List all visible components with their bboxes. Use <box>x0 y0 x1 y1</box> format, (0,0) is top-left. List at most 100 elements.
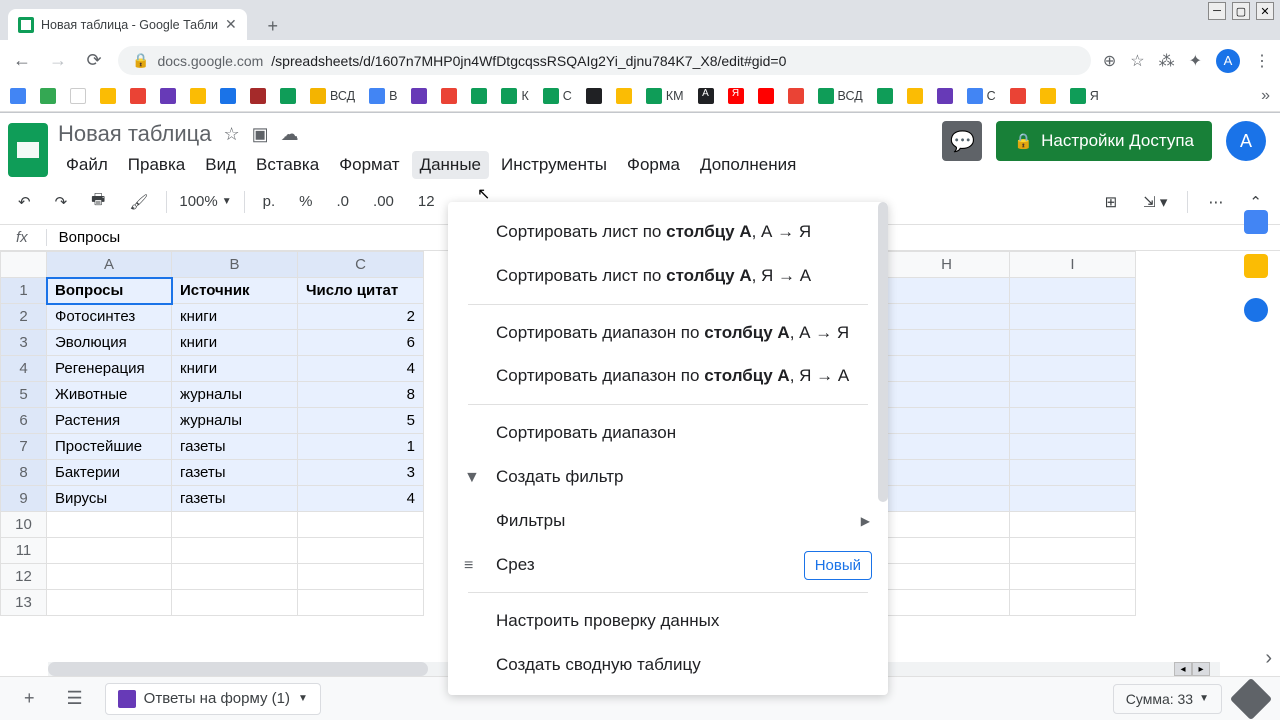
bookmark-item[interactable] <box>877 88 893 104</box>
cell-A5[interactable]: Животные <box>47 382 172 408</box>
cell-B1[interactable]: Источник <box>172 278 298 304</box>
cell-I1[interactable] <box>1010 278 1136 304</box>
col-header-C[interactable]: C <box>298 252 424 278</box>
zoom-select[interactable]: 100%▼ <box>179 193 231 210</box>
back-button[interactable]: ← <box>10 50 34 71</box>
cell-C8[interactable]: 3 <box>298 460 424 486</box>
bookmark-item[interactable]: С <box>967 88 996 104</box>
cell-I6[interactable] <box>1010 408 1136 434</box>
chevron-down-icon[interactable]: ▼ <box>298 693 308 704</box>
cell-A3[interactable]: Эволюция <box>47 330 172 356</box>
print-button[interactable]: 🖶 <box>85 185 111 218</box>
bookmark-item[interactable] <box>1040 88 1056 104</box>
cell-H11[interactable] <box>884 538 1010 564</box>
cell-A13[interactable] <box>47 590 172 616</box>
bookmark-item[interactable] <box>441 88 457 104</box>
bookmark-item[interactable]: Я <box>1070 88 1099 104</box>
menu-файл[interactable]: Файл <box>58 151 116 179</box>
cloud-status-icon[interactable]: ☁ <box>281 124 299 145</box>
cell-H7[interactable] <box>884 434 1010 460</box>
bookmark-item[interactable] <box>758 88 774 104</box>
extension-icon[interactable]: ⁂ <box>1159 51 1175 71</box>
bookmark-item[interactable] <box>1010 88 1026 104</box>
cell-I10[interactable] <box>1010 512 1136 538</box>
menu-item[interactable]: Сортировать диапазон <box>448 411 888 455</box>
bookmark-item[interactable] <box>471 88 487 104</box>
dropdown-scrollbar[interactable] <box>878 202 888 502</box>
document-title[interactable]: Новая таблица <box>58 121 211 147</box>
scroll-right-arrow[interactable]: ▸ <box>1192 662 1210 676</box>
cell-I7[interactable] <box>1010 434 1136 460</box>
row-header-2[interactable]: 2 <box>1 304 47 330</box>
menu-данные[interactable]: Данные <box>412 151 489 179</box>
bookmark-item[interactable] <box>220 88 236 104</box>
cell-I4[interactable] <box>1010 356 1136 382</box>
extensions-puzzle-icon[interactable]: ✦ <box>1189 51 1202 71</box>
cell-A1[interactable]: Вопросы <box>47 278 172 304</box>
bookmark-item[interactable] <box>10 88 26 104</box>
menu-формат[interactable]: Формат <box>331 151 407 179</box>
bookmark-item[interactable]: КМ <box>646 88 684 104</box>
cell-C11[interactable] <box>298 538 424 564</box>
cell-H3[interactable] <box>884 330 1010 356</box>
bookmark-item[interactable]: К <box>501 88 528 104</box>
bookmark-item[interactable] <box>586 88 602 104</box>
bookmark-item[interactable] <box>937 88 953 104</box>
cell-H4[interactable] <box>884 356 1010 382</box>
profile-avatar[interactable]: A <box>1216 49 1240 73</box>
cell-H1[interactable] <box>884 278 1010 304</box>
menu-item[interactable]: Сортировать диапазон по столбцу A, А → Я <box>448 311 888 355</box>
add-sheet-button[interactable]: + <box>14 682 45 715</box>
currency-button[interactable]: р. <box>257 189 282 214</box>
menu-item[interactable]: Фильтры▶ <box>448 499 888 543</box>
row-header-6[interactable]: 6 <box>1 408 47 434</box>
cell-A11[interactable] <box>47 538 172 564</box>
bookmark-item[interactable] <box>616 88 632 104</box>
paint-format-button[interactable]: 🖌 <box>123 189 154 215</box>
sheets-logo-icon[interactable] <box>8 123 48 177</box>
row-header-5[interactable]: 5 <box>1 382 47 408</box>
comments-button[interactable]: 💬 <box>942 121 982 161</box>
cell-B10[interactable] <box>172 512 298 538</box>
scroll-left-arrow[interactable]: ◂ <box>1174 662 1192 676</box>
bookmark-item[interactable] <box>40 88 56 104</box>
row-header-11[interactable]: 11 <box>1 538 47 564</box>
side-panel-collapse-icon[interactable]: › <box>1265 647 1272 670</box>
cell-H9[interactable] <box>884 486 1010 512</box>
formula-input[interactable]: Вопросы <box>59 229 120 246</box>
menu-вставка[interactable]: Вставка <box>248 151 327 179</box>
all-sheets-button[interactable]: ☰ <box>57 682 93 715</box>
cell-A6[interactable]: Растения <box>47 408 172 434</box>
menu-item[interactable]: Настроить проверку данных <box>448 599 888 643</box>
cell-C9[interactable]: 4 <box>298 486 424 512</box>
borders-button[interactable]: ⊞ <box>1099 189 1124 215</box>
share-button[interactable]: Настройки Доступа <box>996 121 1212 161</box>
bookmarks-overflow[interactable]: » <box>1261 87 1270 105</box>
bookmark-item[interactable]: С <box>543 88 572 104</box>
tab-close-icon[interactable]: ✕ <box>225 16 237 33</box>
cell-C2[interactable]: 2 <box>298 304 424 330</box>
col-header-I[interactable]: I <box>1010 252 1136 278</box>
cell-C13[interactable] <box>298 590 424 616</box>
bookmark-item[interactable] <box>411 88 427 104</box>
sheet-tab-form-responses[interactable]: Ответы на форму (1) ▼ <box>105 683 321 715</box>
row-header-7[interactable]: 7 <box>1 434 47 460</box>
cell-B8[interactable]: газеты <box>172 460 298 486</box>
bookmark-item[interactable] <box>788 88 804 104</box>
cell-B11[interactable] <box>172 538 298 564</box>
row-header-4[interactable]: 4 <box>1 356 47 382</box>
undo-button[interactable]: ↶ <box>12 189 37 215</box>
cell-A10[interactable] <box>47 512 172 538</box>
bookmark-item[interactable]: ВСД <box>818 88 863 104</box>
zoom-icon[interactable]: ⊕ <box>1103 51 1116 71</box>
cell-H5[interactable] <box>884 382 1010 408</box>
quicksum-display[interactable]: Сумма: 33▼ <box>1113 684 1222 714</box>
row-header-9[interactable]: 9 <box>1 486 47 512</box>
bookmark-item[interactable] <box>250 88 266 104</box>
star-bookmark-icon[interactable]: ☆ <box>1130 51 1144 71</box>
menu-правка[interactable]: Правка <box>120 151 193 179</box>
cell-H12[interactable] <box>884 564 1010 590</box>
cell-B7[interactable]: газеты <box>172 434 298 460</box>
row-header-8[interactable]: 8 <box>1 460 47 486</box>
cell-I12[interactable] <box>1010 564 1136 590</box>
